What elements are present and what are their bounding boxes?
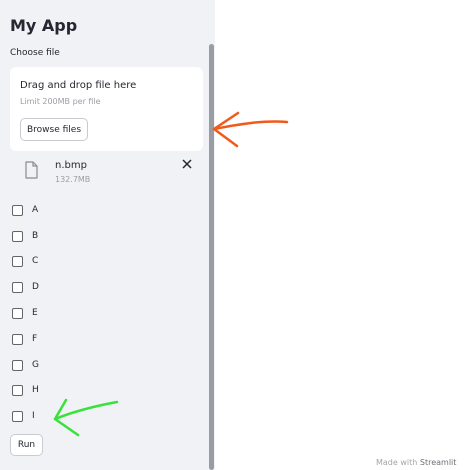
checkbox-box[interactable] — [12, 333, 23, 345]
footer-prefix: Made with — [376, 458, 418, 467]
dropzone-limit: Limit 200MB per file — [20, 97, 101, 106]
checkbox-h[interactable]: H — [12, 383, 39, 397]
app-title: My App — [10, 16, 78, 35]
checkbox-label: D — [32, 282, 39, 292]
uploaded-file-size: 132.7MB — [55, 175, 91, 184]
checkbox-i[interactable]: I — [12, 409, 35, 423]
orange-arrow-annotation — [212, 111, 289, 148]
browse-files-button[interactable]: Browse files — [20, 118, 88, 141]
footer[interactable]: Made with Streamlit — [376, 458, 456, 467]
file-uploader-label: Choose file — [10, 48, 60, 58]
checkbox-box[interactable] — [12, 307, 23, 319]
footer-brand[interactable]: Streamlit — [420, 458, 457, 467]
checkbox-box[interactable] — [12, 230, 23, 242]
dropzone-instructions: Drag and drop file here — [20, 80, 137, 91]
sidebar-scrollbar[interactable] — [209, 44, 214, 470]
checkbox-box[interactable] — [12, 359, 23, 371]
checkbox-box[interactable] — [12, 255, 23, 267]
checkbox-g[interactable]: G — [12, 358, 39, 372]
checkbox-box[interactable] — [12, 410, 23, 422]
checkbox-label: G — [32, 360, 39, 370]
checkbox-label: H — [32, 385, 39, 395]
uploaded-file: n.bmp 132.7MB — [10, 157, 203, 187]
checkbox-label: C — [32, 256, 39, 266]
checkbox-label: I — [32, 411, 35, 421]
checkbox-e[interactable]: E — [12, 306, 38, 320]
close-icon — [182, 159, 192, 169]
checkbox-c[interactable]: C — [12, 254, 38, 268]
checkbox-box[interactable] — [12, 204, 23, 216]
file-icon — [25, 161, 38, 179]
uploaded-file-name: n.bmp — [55, 160, 87, 171]
checkbox-box[interactable] — [12, 384, 23, 396]
checkbox-b[interactable]: B — [12, 229, 38, 243]
file-dropzone[interactable]: Drag and drop file here Limit 200MB per … — [10, 67, 203, 151]
run-button[interactable]: Run — [10, 434, 43, 456]
remove-file-button[interactable] — [180, 157, 194, 175]
sidebar: My App Choose file Drag and drop file he… — [0, 0, 215, 470]
checkbox-f[interactable]: F — [12, 332, 37, 346]
checkbox-label: E — [32, 308, 38, 318]
checkbox-label: A — [32, 205, 39, 215]
checkbox-d[interactable]: D — [12, 280, 39, 294]
checkbox-box[interactable] — [12, 281, 23, 293]
checkbox-a[interactable]: A — [12, 203, 38, 217]
checkbox-label: B — [32, 231, 39, 241]
checkbox-label: F — [32, 334, 38, 344]
